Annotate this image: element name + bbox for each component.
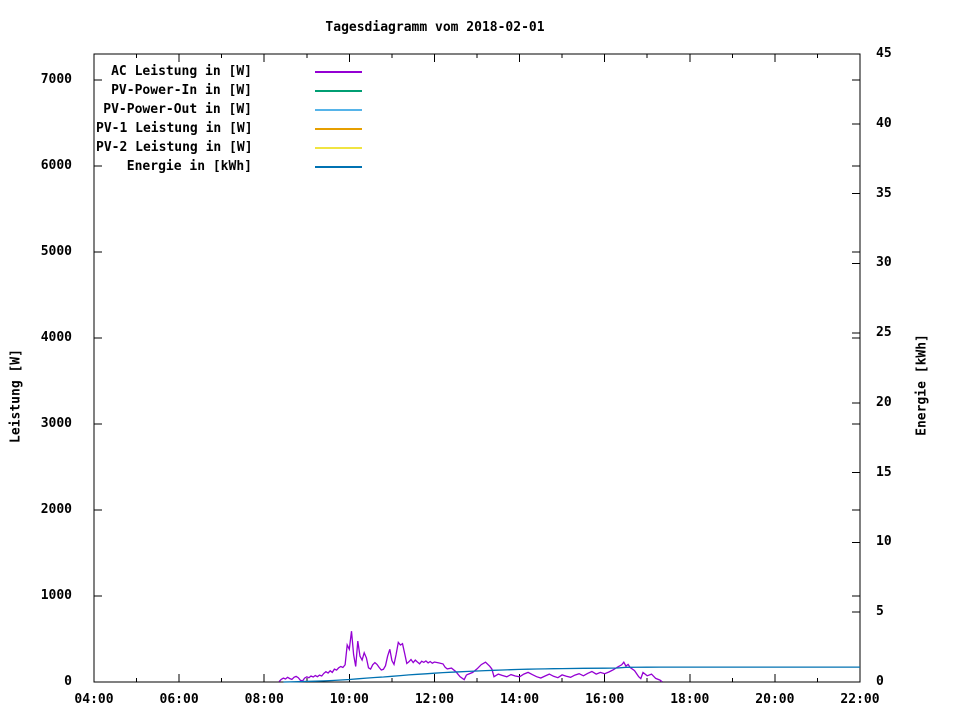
legend-label: PV-Power-Out in [W] bbox=[103, 102, 252, 117]
legend-label: AC Leistung in [W] bbox=[111, 64, 252, 79]
tick-label: 2000 bbox=[40, 501, 72, 517]
tick-label: 0 bbox=[64, 674, 72, 689]
legend: AC Leistung in [W] PV-Power-In in [W] PV… bbox=[96, 62, 362, 176]
tick-label: 5 bbox=[876, 604, 884, 620]
legend-row-ac-leistung: AC Leistung in [W] bbox=[96, 62, 362, 81]
legend-label: PV-1 Leistung in [W] bbox=[96, 121, 253, 136]
tick-label: 6000 bbox=[40, 157, 72, 173]
tick-label: 08:00 bbox=[244, 692, 284, 707]
legend-label: PV-2 Leistung in [W] bbox=[96, 140, 253, 155]
legend-line-sample-icon bbox=[315, 146, 362, 149]
tick-label: 20:00 bbox=[755, 692, 795, 707]
tick-label: 12:00 bbox=[414, 692, 454, 707]
legend-row-energie: Energie in [kWh] bbox=[96, 157, 362, 176]
tick-label: 20 bbox=[876, 394, 892, 410]
tick-label: 04:00 bbox=[74, 692, 114, 707]
tick-label: 15 bbox=[876, 464, 892, 480]
daily-pv-chart: Tagesdiagramm vom 2018-02-01 0 1000 2000 30… bbox=[0, 0, 960, 720]
tick-label: 22:00 bbox=[840, 692, 880, 707]
tick-label: 45 bbox=[876, 46, 892, 61]
y-axis-label-left: Leistung [W] bbox=[8, 349, 24, 443]
tick-label: 10:00 bbox=[329, 692, 369, 707]
tick-label: 10 bbox=[876, 534, 892, 550]
tick-label: 14:00 bbox=[499, 692, 540, 707]
tick-label: 06:00 bbox=[159, 692, 199, 707]
tick-label: 1000 bbox=[40, 587, 72, 603]
legend-line-sample-icon bbox=[315, 108, 362, 111]
tick-label: 30 bbox=[876, 255, 892, 271]
tick-label: 16:00 bbox=[585, 692, 625, 707]
legend-row-pv1-leistung: PV-1 Leistung in [W] bbox=[96, 119, 362, 138]
legend-row-pv2-leistung: PV-2 Leistung in [W] bbox=[96, 138, 362, 157]
legend-line-sample-icon bbox=[315, 89, 362, 92]
tick-label: 0 bbox=[876, 674, 884, 689]
tick-label: 7000 bbox=[40, 71, 72, 87]
legend-row-pv-power-out: PV-Power-Out in [W] bbox=[96, 100, 362, 119]
tick-label: 18:00 bbox=[670, 692, 710, 707]
legend-row-pv-power-in: PV-Power-In in [W] bbox=[96, 81, 362, 100]
legend-label: Energie in [kWh] bbox=[126, 159, 252, 174]
legend-label: PV-Power-In in [W] bbox=[111, 83, 252, 98]
tick-label: 5000 bbox=[40, 243, 72, 259]
legend-line-sample-icon bbox=[315, 70, 362, 73]
tick-label: 4000 bbox=[40, 329, 72, 345]
legend-line-sample-icon bbox=[315, 127, 362, 130]
legend-line-sample-icon bbox=[315, 165, 362, 168]
tick-label: 35 bbox=[876, 185, 892, 201]
tick-label: 40 bbox=[876, 115, 892, 131]
series-line bbox=[278, 631, 663, 683]
y-axis-label-right: Energie [kWh] bbox=[914, 334, 930, 436]
tick-label: 25 bbox=[876, 325, 892, 341]
